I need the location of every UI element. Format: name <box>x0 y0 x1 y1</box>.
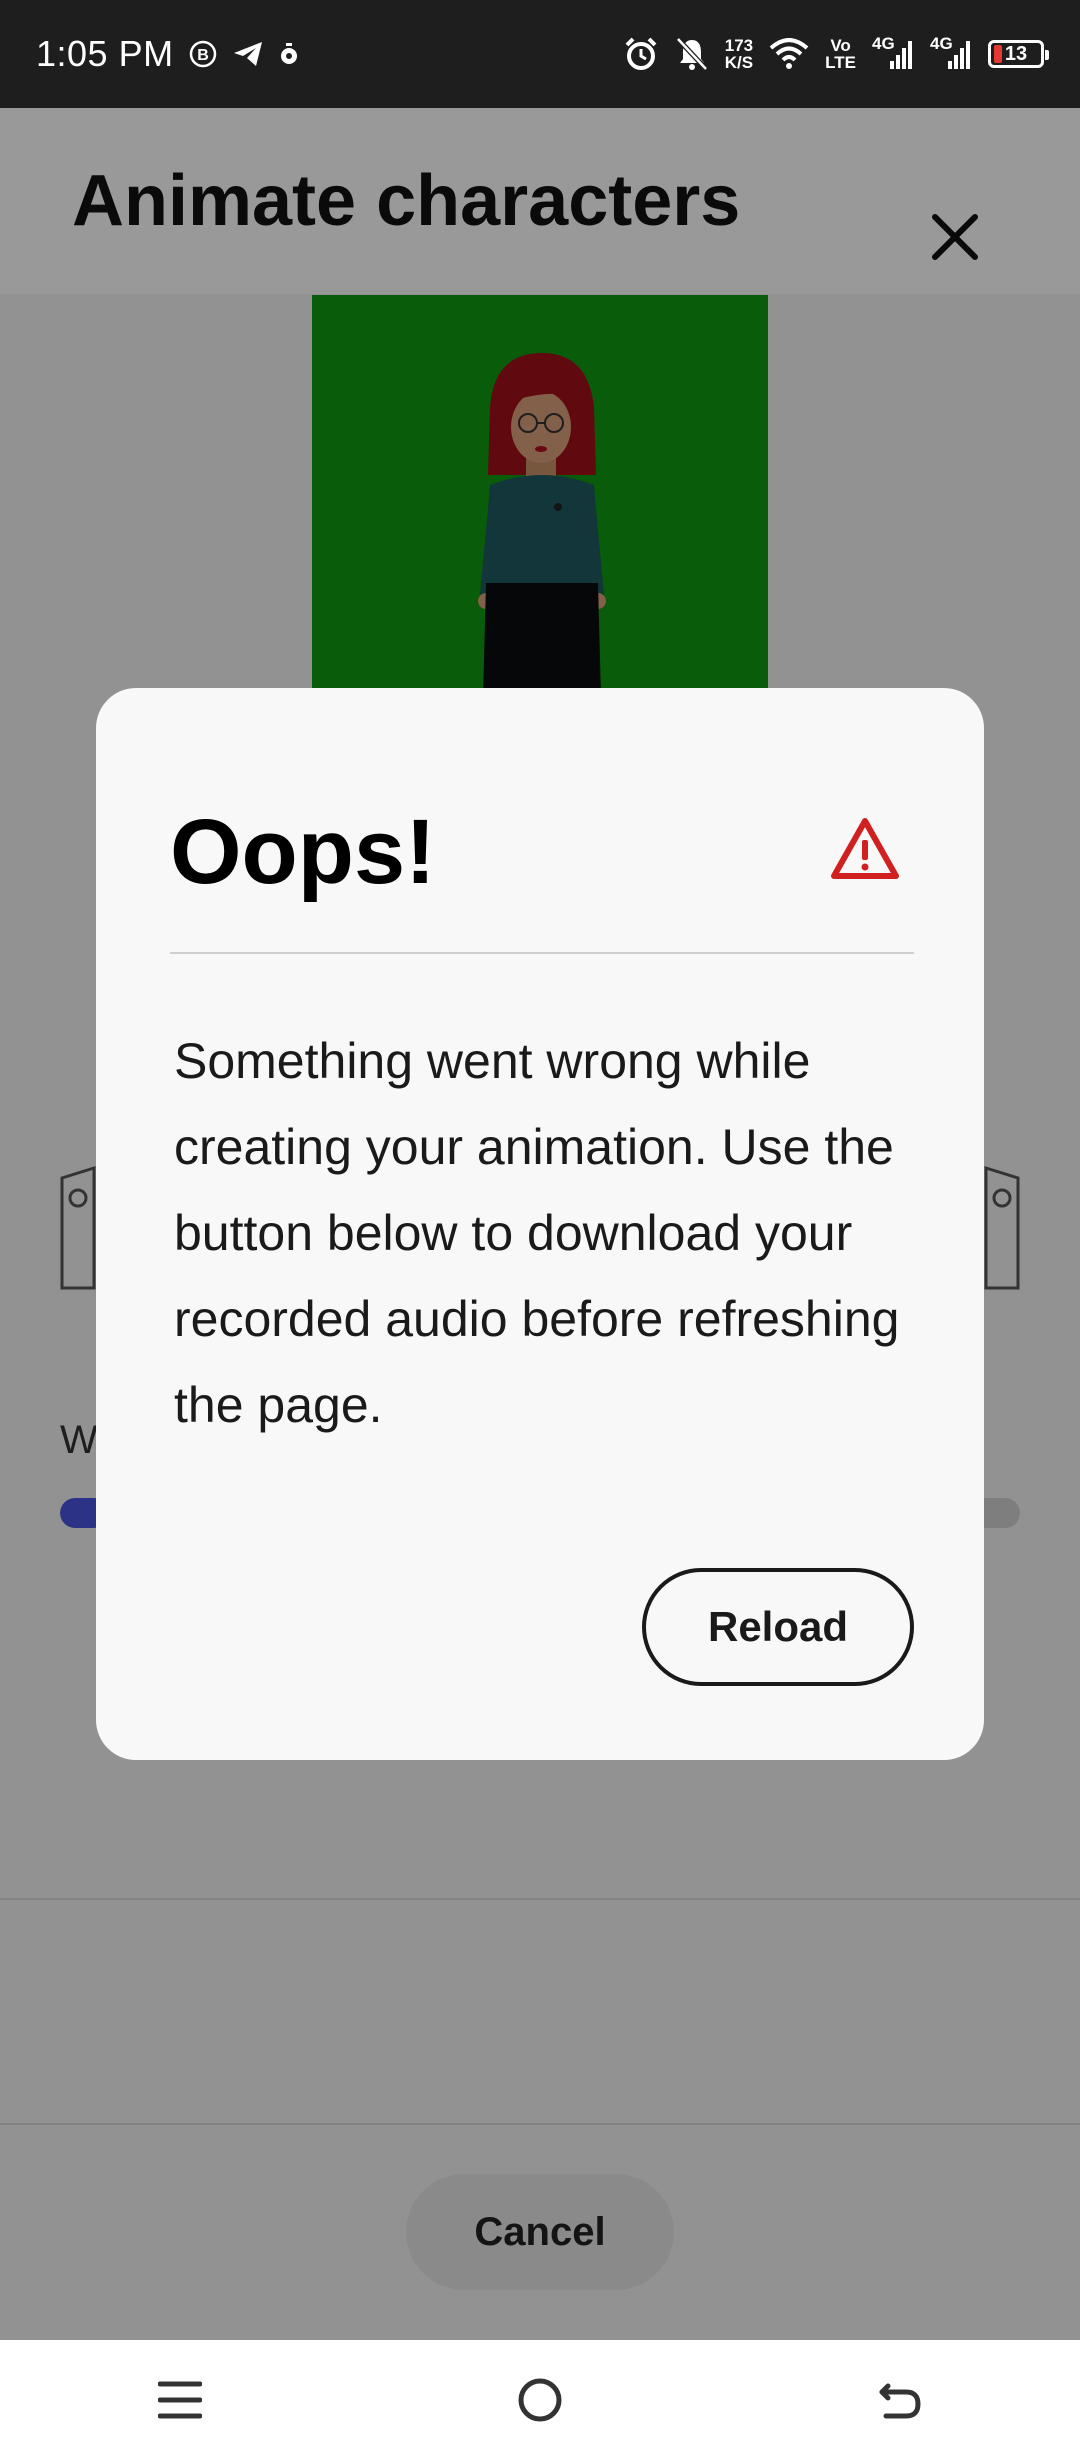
alert-triangle-icon <box>831 818 899 879</box>
alarm-icon <box>623 36 659 72</box>
status-left: 1:05 PM B <box>36 33 300 75</box>
nav-home-button[interactable] <box>480 2340 600 2460</box>
timer-icon <box>278 40 300 68</box>
volte-indicator: Vo LTE <box>825 36 856 72</box>
dialog-message: Something went wrong while creating your… <box>174 1033 900 1433</box>
signal-icon: 4G <box>872 35 914 71</box>
home-icon <box>518 2378 562 2422</box>
net-speed: 173 K/S <box>724 36 754 72</box>
status-bar: 1:05 PM B 173 K/S Vo LTE 4G 4G 13 <box>0 0 1080 108</box>
telegram-icon <box>232 39 264 69</box>
nav-menu-button[interactable] <box>120 2340 240 2460</box>
dialog-divider <box>170 952 914 954</box>
back-icon <box>879 2383 921 2419</box>
status-time: 1:05 PM <box>36 33 174 74</box>
status-right: 173 K/S Vo LTE 4G 4G 13 <box>623 35 1049 72</box>
battery-level: 13 <box>1004 42 1028 65</box>
dialog-title: Oops! <box>170 801 436 903</box>
nav-back-button[interactable] <box>840 2340 960 2460</box>
error-dialog: Oops! Something went wrong while creatin… <box>96 688 984 1760</box>
menu-icon <box>158 2381 202 2419</box>
bell-off-icon <box>675 36 709 72</box>
system-nav-bar <box>0 2340 1080 2460</box>
reload-button[interactable]: Reload <box>642 1568 914 1686</box>
b-icon: B <box>188 39 218 69</box>
battery-icon: 13 <box>988 40 1049 68</box>
signal-icon-2: 4G <box>930 35 972 71</box>
wifi-icon <box>769 38 809 70</box>
svg-text:B: B <box>197 47 209 64</box>
